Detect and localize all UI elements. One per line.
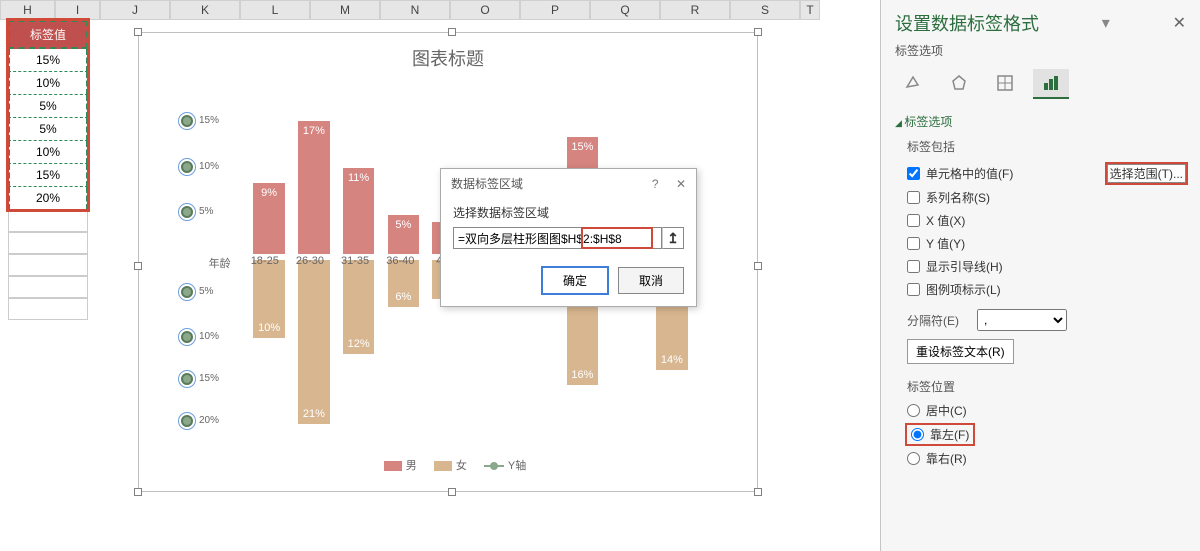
chart-legend[interactable]: 男 女 Y轴 bbox=[139, 457, 757, 473]
checkbox-x-value[interactable] bbox=[907, 214, 920, 227]
cell-H4[interactable]: 5% bbox=[8, 95, 88, 118]
ok-button[interactable]: 确定 bbox=[542, 267, 608, 294]
cell-H3[interactable]: 10% bbox=[8, 72, 88, 95]
panel-category-tabs bbox=[895, 69, 1186, 99]
panel-close-icon[interactable]: ✕ bbox=[1173, 13, 1186, 33]
select-range-button[interactable]: 选择范围(T)... bbox=[1107, 164, 1186, 183]
col-S[interactable]: S bbox=[730, 0, 800, 20]
data-label-range-dialog[interactable]: 数据标签区域 ? ✕ 选择数据标签区域 ↥ 确定 取消 bbox=[440, 168, 697, 307]
reset-label-text-button[interactable]: 重设标签文本(R) bbox=[907, 339, 1014, 364]
cell-header[interactable]: 标签值 bbox=[8, 20, 88, 49]
checkbox-y-value[interactable] bbox=[907, 237, 920, 250]
help-icon[interactable]: ? bbox=[652, 177, 659, 191]
separator-label: 分隔符(E) bbox=[907, 312, 959, 329]
label-options-icon[interactable] bbox=[1033, 69, 1069, 99]
radio-left[interactable] bbox=[911, 428, 924, 441]
column-headers: H I J K L M N O P Q R S T bbox=[0, 0, 820, 20]
empty-cells[interactable] bbox=[8, 210, 88, 320]
legend-swatch-male bbox=[384, 461, 402, 471]
legend-swatch-yaxis bbox=[484, 465, 504, 467]
checkbox-cell-value-label: 单元格中的值(F) bbox=[926, 165, 1013, 182]
col-N[interactable]: N bbox=[380, 0, 450, 20]
checkbox-leader-lines-label: 显示引导线(H) bbox=[926, 258, 1003, 275]
checkbox-y-value-label: Y 值(Y) bbox=[926, 235, 965, 252]
col-J[interactable]: J bbox=[100, 0, 170, 20]
checkbox-legend-key-label: 图例项标示(L) bbox=[926, 281, 1001, 298]
section-label-options[interactable]: 标签选项 bbox=[895, 113, 1186, 130]
col-T[interactable]: T bbox=[800, 0, 820, 20]
fill-line-icon[interactable] bbox=[895, 69, 931, 99]
label-options-link[interactable]: 标签选项 bbox=[895, 42, 943, 59]
panel-menu-icon[interactable]: ▾ bbox=[1102, 13, 1110, 33]
checkbox-series-name-label: 系列名称(S) bbox=[926, 189, 990, 206]
cell-H7[interactable]: 15% bbox=[8, 164, 88, 187]
radio-right-label: 靠右(R) bbox=[926, 450, 967, 467]
size-properties-icon[interactable] bbox=[987, 69, 1023, 99]
checkbox-series-name[interactable] bbox=[907, 191, 920, 204]
cancel-button[interactable]: 取消 bbox=[618, 267, 684, 294]
legend-swatch-female bbox=[434, 461, 452, 471]
checkbox-cell-value[interactable] bbox=[907, 167, 920, 180]
col-H[interactable]: H bbox=[0, 0, 55, 20]
col-R[interactable]: R bbox=[660, 0, 730, 20]
cell-H6[interactable]: 10% bbox=[8, 141, 88, 164]
col-O[interactable]: O bbox=[450, 0, 520, 20]
dialog-title: 数据标签区域 bbox=[451, 175, 523, 192]
collapse-dialog-icon[interactable]: ↥ bbox=[662, 227, 684, 249]
col-M[interactable]: M bbox=[310, 0, 380, 20]
close-icon[interactable]: ✕ bbox=[676, 177, 686, 191]
checkbox-x-value-label: X 值(X) bbox=[926, 212, 965, 229]
effects-icon[interactable] bbox=[941, 69, 977, 99]
col-K[interactable]: K bbox=[170, 0, 240, 20]
col-Q[interactable]: Q bbox=[590, 0, 660, 20]
format-data-labels-panel: 设置数据标签格式 ▾ ✕ 标签选项 标签选项 标签包括 单元格中的值(F) 选择… bbox=[880, 0, 1200, 551]
label-position-title: 标签位置 bbox=[907, 378, 1186, 395]
cell-H2[interactable]: 15% bbox=[8, 49, 88, 72]
label-contains: 标签包括 bbox=[907, 138, 1186, 155]
radio-right[interactable] bbox=[907, 452, 920, 465]
cell-H5[interactable]: 5% bbox=[8, 118, 88, 141]
radio-center[interactable] bbox=[907, 404, 920, 417]
dialog-field-label: 选择数据标签区域 bbox=[453, 204, 684, 221]
range-input[interactable] bbox=[453, 227, 662, 249]
separator-select[interactable]: , bbox=[977, 309, 1067, 331]
col-P[interactable]: P bbox=[520, 0, 590, 20]
checkbox-legend-key[interactable] bbox=[907, 283, 920, 296]
chart-title[interactable]: 图表标题 bbox=[139, 45, 757, 71]
radio-center-label: 居中(C) bbox=[926, 402, 967, 419]
sheet-column-H: 标签值 15% 10% 5% 5% 10% 15% 20% bbox=[8, 20, 88, 320]
col-I[interactable]: I bbox=[55, 0, 100, 20]
panel-title: 设置数据标签格式 bbox=[895, 10, 1039, 36]
checkbox-leader-lines[interactable] bbox=[907, 260, 920, 273]
radio-left-label: 靠左(F) bbox=[930, 426, 969, 443]
y-axis-series[interactable]: 15% 10% 5% 5% 10% 15% 20% bbox=[177, 83, 197, 431]
col-L[interactable]: L bbox=[240, 0, 310, 20]
cell-H8[interactable]: 20% bbox=[8, 187, 88, 210]
